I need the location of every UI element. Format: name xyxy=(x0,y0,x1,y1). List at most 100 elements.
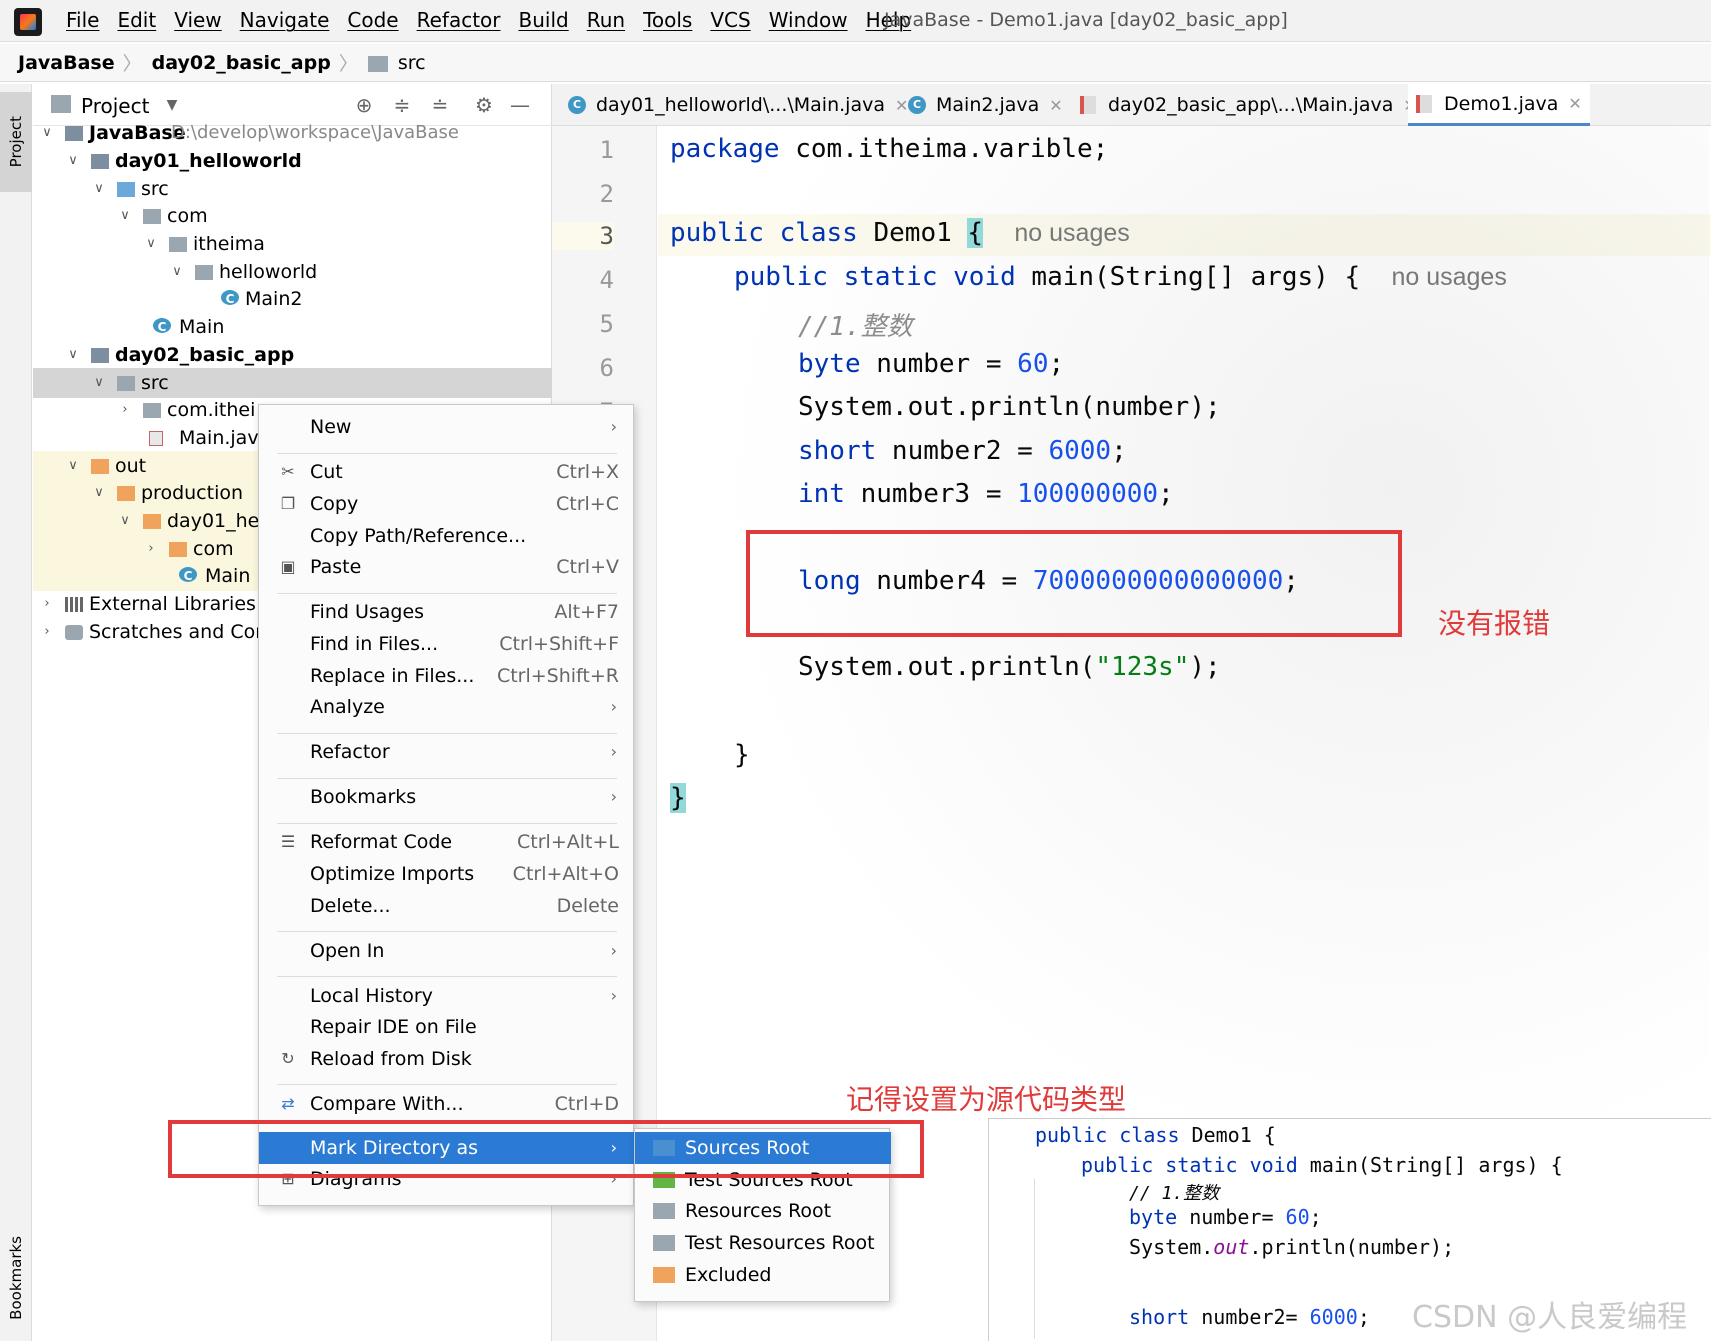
line-number: 3 xyxy=(552,222,614,250)
menu-item-analyze[interactable]: Analyze › xyxy=(259,691,635,723)
tree-label: External Libraries xyxy=(89,593,256,615)
menu-item-reload-from-disk[interactable]: ↻ Reload from Disk xyxy=(259,1043,635,1075)
line-number: 4 xyxy=(599,266,614,294)
inset-code-line: short number2= 6000; xyxy=(1129,1305,1370,1329)
menu-item-open-in[interactable]: Open In › xyxy=(259,935,635,967)
code-line: byte number = 60; xyxy=(798,349,1065,379)
tab-demo1[interactable]: Demo1.java ✕ xyxy=(1408,84,1590,126)
tree-label: com xyxy=(193,538,234,560)
tab-label: day02_basic_app\...\Main.java xyxy=(1108,94,1394,116)
menu-separator xyxy=(277,453,617,454)
menu-navigate[interactable]: Navigate xyxy=(240,8,330,32)
chevron-right-icon: › xyxy=(44,596,50,611)
submenu-item-resources-root[interactable]: Resources Root xyxy=(635,1195,891,1227)
chevron-right-icon: › xyxy=(610,417,617,436)
tree-item-main[interactable]: C Main xyxy=(33,312,552,342)
tree-item-day02[interactable]: ∨ day02_basic_app xyxy=(33,340,552,370)
chevron-down-icon: ∨ xyxy=(94,485,104,500)
copy-icon: ❐ xyxy=(280,494,296,513)
menu-item-cut[interactable]: ✂ Cut Ctrl+X xyxy=(259,456,635,488)
bookmarks-tool-tab[interactable]: Bookmarks xyxy=(0,1218,32,1338)
menu-item-reformat-code[interactable]: ☰ Reformat Code Ctrl+Alt+L xyxy=(259,826,635,858)
inlay-hint: no usages xyxy=(1014,219,1130,247)
menu-build[interactable]: Build xyxy=(519,8,569,32)
reformat-icon: ☰ xyxy=(280,832,296,851)
menu-separator xyxy=(277,778,617,779)
menu-edit[interactable]: Edit xyxy=(117,8,156,32)
editor-tab-bar: Cday01_helloworld\...\Main.java ✕ C Main2.… xyxy=(552,84,1711,126)
tree-item-com[interactable]: ∨ com xyxy=(33,201,552,231)
close-icon[interactable]: ✕ xyxy=(1049,96,1062,115)
highlight-box xyxy=(746,530,1402,637)
menu-refactor[interactable]: Refactor xyxy=(417,8,501,32)
test-resources-folder-icon xyxy=(653,1235,675,1251)
breadcrumb-item[interactable]: day02_basic_app xyxy=(152,52,331,74)
chevron-down-icon: ∨ xyxy=(68,458,78,473)
menu-item-repair-ide[interactable]: Repair IDE on File xyxy=(259,1011,635,1043)
tree-label: Main.java xyxy=(179,427,271,449)
collapse-all-icon[interactable]: ≐ xyxy=(429,94,451,116)
breadcrumb-item[interactable]: JavaBase xyxy=(18,52,115,74)
menu-item-find-in-files[interactable]: Find in Files... Ctrl+Shift+F xyxy=(259,628,635,660)
menu-view[interactable]: View xyxy=(174,8,221,32)
expand-all-icon[interactable]: ≑ xyxy=(391,94,413,116)
inset-code-line: byte number= 60; xyxy=(1129,1205,1322,1229)
tree-item-src[interactable]: ∨ src xyxy=(33,174,552,204)
excluded-folder-icon xyxy=(653,1267,675,1283)
chevron-right-icon: › xyxy=(148,541,154,556)
tree-item-src-selected[interactable]: ∨ src xyxy=(33,368,552,398)
tab-day02-main[interactable]: day02_basic_app\...\Main.java✕ xyxy=(1072,84,1425,126)
menu-item-delete[interactable]: Delete... Delete xyxy=(259,890,635,922)
code-line: public static void main(String[] args) {… xyxy=(734,262,1507,292)
line-number: 5 xyxy=(599,310,614,338)
gear-icon[interactable]: ⚙ xyxy=(473,94,495,116)
menu-item-paste[interactable]: ▣ Paste Ctrl+V xyxy=(259,551,635,583)
tab-main2[interactable]: C Main2.java ✕ xyxy=(900,84,1071,126)
menu-window[interactable]: Window xyxy=(769,8,848,32)
menu-item-bookmarks[interactable]: Bookmarks › xyxy=(259,781,635,813)
menu-item-copy-path[interactable]: Copy Path/Reference... xyxy=(259,520,635,552)
module-folder-icon xyxy=(91,348,109,363)
tree-item-day01[interactable]: ∨ day01_helloworld xyxy=(33,146,552,176)
menu-file[interactable]: File xyxy=(66,8,99,32)
close-icon[interactable]: ✕ xyxy=(1568,94,1581,113)
menu-tools[interactable]: Tools xyxy=(643,8,692,32)
menu-item-optimize-imports[interactable]: Optimize Imports Ctrl+Alt+O xyxy=(259,858,635,890)
menu-item-copy[interactable]: ❐ Copy Ctrl+C xyxy=(259,488,635,520)
project-tool-tab[interactable]: Project xyxy=(0,92,32,192)
locate-icon[interactable]: ⊕ xyxy=(353,94,375,116)
folder-icon xyxy=(117,376,135,391)
menu-item-find-usages[interactable]: Find Usages Alt+F7 xyxy=(259,596,635,628)
menu-item-replace-in-files[interactable]: Replace in Files... Ctrl+Shift+R xyxy=(259,660,635,692)
excluded-folder-icon xyxy=(143,514,161,529)
menu-item-refactor[interactable]: Refactor › xyxy=(259,736,635,768)
menu-vcs[interactable]: VCS xyxy=(710,8,750,32)
tree-label: day02_basic_app xyxy=(115,344,295,366)
annotation-no-error: 没有报错 xyxy=(1438,607,1551,640)
submenu-item-test-resources-root[interactable]: Test Resources Root xyxy=(635,1227,891,1259)
inset-code-line: public class Demo1 { xyxy=(1035,1123,1276,1147)
menu-item-new[interactable]: New › xyxy=(259,411,635,443)
java-class-icon: C xyxy=(153,318,171,334)
tab-day01-main[interactable]: Cday01_helloworld\...\Main.java ✕ xyxy=(560,84,916,126)
project-tab-label: Project xyxy=(7,116,25,168)
left-tool-strip xyxy=(0,84,32,1341)
menu-item-local-history[interactable]: Local History › xyxy=(259,980,635,1012)
minimize-icon[interactable]: — xyxy=(509,94,531,116)
tree-item-helloworld[interactable]: ∨ helloworld xyxy=(33,257,552,287)
breadcrumb-item[interactable]: src xyxy=(398,52,426,74)
chevron-down-icon: ∨ xyxy=(68,153,78,168)
tree-item-javabase[interactable]: ∨ JavaBase D:\develop\workspace\JavaBase xyxy=(33,118,552,148)
tree-label: com.ithei xyxy=(167,399,256,421)
scratches-icon xyxy=(65,625,83,640)
menu-run[interactable]: Run xyxy=(587,8,625,32)
intellij-logo-icon xyxy=(14,8,42,36)
project-panel-title[interactable]: Project xyxy=(81,94,149,118)
submenu-item-excluded[interactable]: Excluded xyxy=(635,1259,891,1291)
tree-item-main2[interactable]: C Main2 xyxy=(33,284,552,314)
menu-item-compare-with[interactable]: ⇄ Compare With... Ctrl+D xyxy=(259,1088,635,1120)
tree-item-itheima[interactable]: ∨ itheima xyxy=(33,229,552,259)
chevron-down-icon[interactable]: ▼ xyxy=(161,94,183,116)
menu-code[interactable]: Code xyxy=(347,8,398,32)
module-folder-icon xyxy=(91,154,109,169)
